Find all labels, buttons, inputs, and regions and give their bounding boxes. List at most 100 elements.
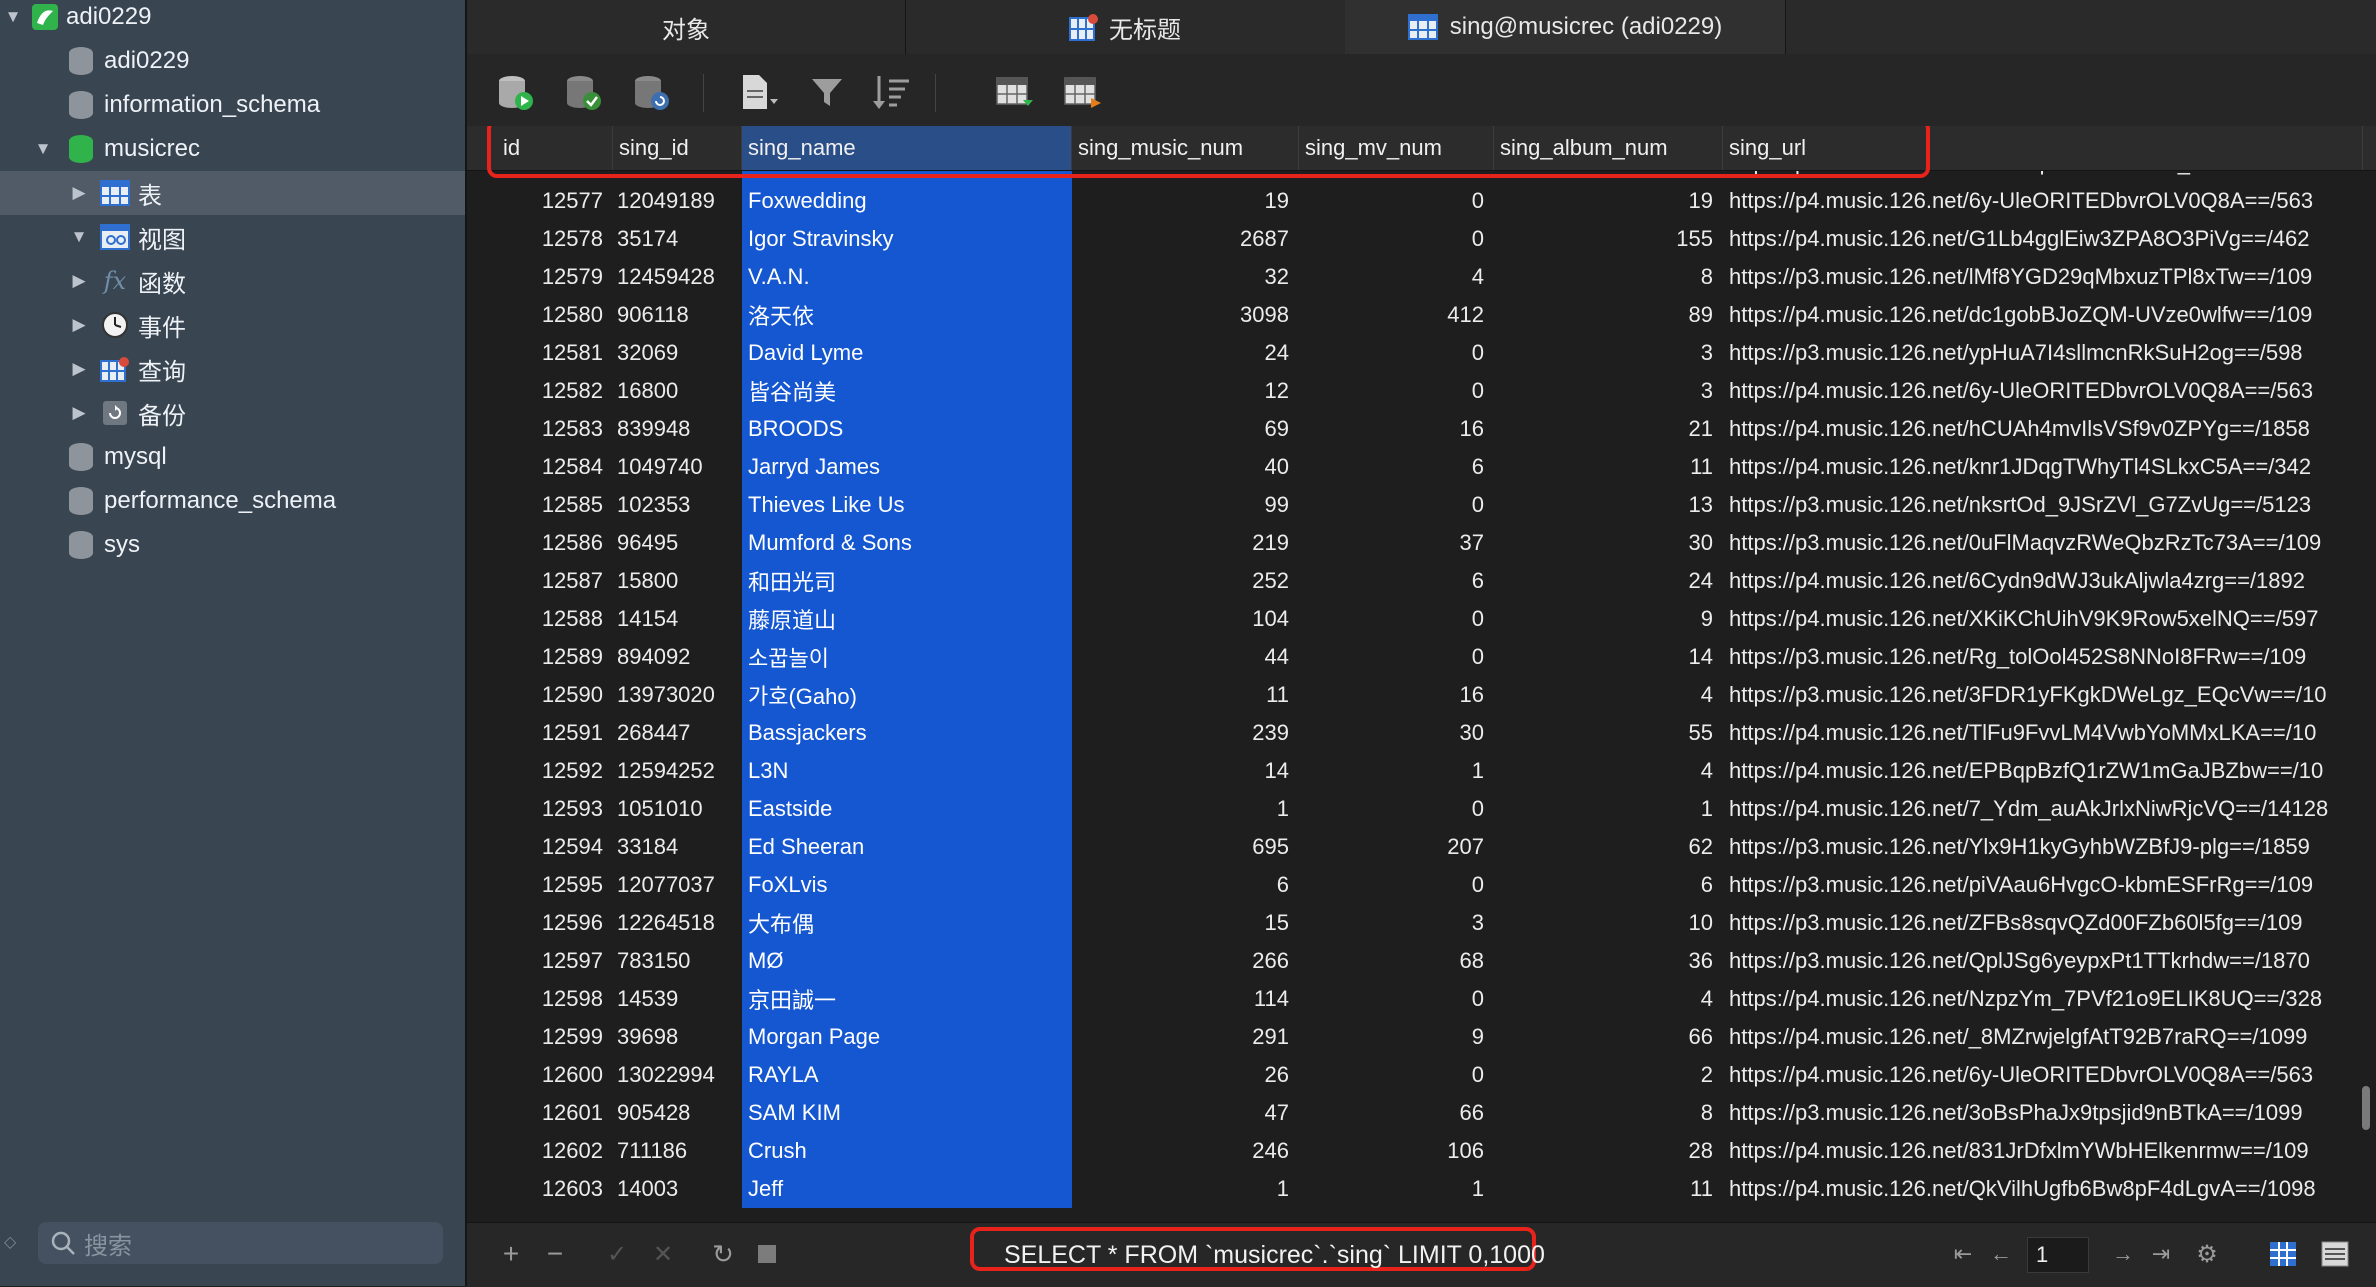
cell-sing-name[interactable]: 和田光司 — [742, 562, 1072, 600]
database-item-adi0229[interactable]: adi0229 — [0, 39, 465, 83]
cell-sing-album-num[interactable]: 11 — [1494, 1170, 1723, 1208]
cell-sing-url[interactable]: https://p4.music.126.net/dc1gobBJoZQM-UV… — [1723, 296, 2363, 334]
table-row[interactable]: 12595 12077037 FoXLvis 6 0 6 https://p3.music.… — [467, 866, 2376, 904]
chevron-right-icon[interactable]: ▶ — [70, 271, 88, 291]
cell-sing-mv-num[interactable]: 6 — [1299, 448, 1494, 486]
table-row[interactable]: 12585 102353 Thieves Like Us 99 0 13 https://p… — [467, 486, 2376, 524]
cell-sing-name[interactable]: 皆谷尚美 — [742, 372, 1072, 410]
cell-sing-url[interactable]: https://p4.music.126.net/XKiKChUihV9K9Ro… — [1723, 600, 2363, 638]
cell-sing-url[interactable]: https://p4.music.126.net/hCUAh4mvIlsVSf9… — [1723, 410, 2363, 448]
cell-sing-album-num[interactable]: 30 — [1494, 524, 1723, 562]
table-row[interactable]: 12601 905428 SAM KIM 47 66 8 https://p3.music.… — [467, 1094, 2376, 1132]
table-row[interactable]: 12592 12594252 L3N 14 1 4 https://p4.music.126… — [467, 752, 2376, 790]
import-button[interactable] — [995, 72, 1035, 112]
cell-id[interactable]: 12585 — [497, 486, 613, 524]
cell-sing-album-num[interactable]: 13 — [1494, 486, 1723, 524]
cell-sing-url[interactable]: https://p4.music.126.net/QkVilhUgfb6Bw8p… — [1723, 1170, 2363, 1208]
cell-sing-id[interactable]: 14003 — [613, 1170, 742, 1208]
cell-sing-music-num[interactable]: 1 — [1072, 790, 1299, 828]
cell-id[interactable]: 12602 — [497, 1132, 613, 1170]
cell-sing-album-num[interactable]: 155 — [1494, 220, 1723, 258]
cell-sing-music-num[interactable]: 15 — [1072, 904, 1299, 942]
cell-sing-mv-num[interactable]: 0 — [1299, 372, 1494, 410]
cell-sing-id[interactable]: 783150 — [613, 942, 742, 980]
cell-sing-mv-num[interactable]: 0 — [1299, 220, 1494, 258]
cell-sing-url[interactable]: https://p3.music.126.net/Rg_tolOol452S8N… — [1723, 638, 2363, 676]
cell-sing-mv-num[interactable]: 0 — [1299, 1056, 1494, 1094]
cell-sing-music-num[interactable]: 2687 — [1072, 220, 1299, 258]
sort-button[interactable] — [871, 72, 911, 112]
cell-sing-mv-num[interactable]: 0 — [1299, 866, 1494, 904]
cell-sing-music-num[interactable]: 219 — [1072, 524, 1299, 562]
text-view-button[interactable] — [739, 72, 779, 112]
tree-item-queries[interactable]: ▶ 查询 — [0, 347, 465, 391]
cell-sing-album-num[interactable]: 6 — [1494, 866, 1723, 904]
cell-sing-music-num[interactable]: 26 — [1072, 1056, 1299, 1094]
database-item-mysql[interactable]: mysql — [0, 435, 465, 479]
cell-sing-url[interactable]: https://p4.music.126.net/6y-UleORITEDbvr… — [1723, 372, 2363, 410]
cell-sing-music-num[interactable]: 252 — [1072, 562, 1299, 600]
rollback-button[interactable] — [631, 72, 671, 112]
cell-sing-album-num[interactable]: 8 — [1494, 258, 1723, 296]
cell-sing-name[interactable]: 소꿉놀이 — [742, 638, 1072, 676]
cell-id[interactable]: 12581 — [497, 334, 613, 372]
table-row[interactable]: 12578 35174 Igor Stravinsky 2687 0 155 https:/… — [467, 220, 2376, 258]
chevron-right-icon[interactable]: ▶ — [70, 183, 88, 203]
cell-sing-mv-num[interactable]: 9 — [1299, 1018, 1494, 1056]
settings-gear-icon[interactable]: ⚙ — [2191, 1237, 2223, 1271]
cell-sing-mv-num[interactable]: 66 — [1299, 1094, 1494, 1132]
cell-id[interactable]: 12577 — [497, 182, 613, 220]
database-item-sys[interactable]: sys — [0, 523, 465, 567]
chevron-right-icon[interactable]: ▶ — [70, 403, 88, 423]
cell-sing-album-num[interactable]: 4 — [1494, 676, 1723, 714]
cell-sing-mv-num[interactable]: 6 — [1299, 562, 1494, 600]
table-row[interactable]: 12579 12459428 V.A.N. 32 4 8 https://p3.music.… — [467, 258, 2376, 296]
column-header-sing-name[interactable]: sing_name — [742, 126, 1072, 170]
cell-sing-mv-num[interactable]: 37 — [1299, 524, 1494, 562]
cell-sing-album-num[interactable]: 11 — [1494, 448, 1723, 486]
vertical-scrollbar-thumb[interactable] — [2362, 1086, 2370, 1130]
cell-sing-mv-num[interactable]: 0 — [1299, 334, 1494, 372]
cell-sing-url[interactable]: https://p4.music.126.net/6Cydn9dWJ3ukAlj… — [1723, 562, 2363, 600]
cell-sing-url[interactable]: https://p4.music.126.net/831JrDfxlmYWbHE… — [1723, 1132, 2363, 1170]
table-row[interactable]: 12586 96495 Mumford & Sons 219 37 30 https://p… — [467, 524, 2376, 562]
cell-sing-url[interactable]: https://p4.music.126.net/6y-UleORITEDbvr… — [1723, 182, 2363, 220]
cell-id[interactable]: 12578 — [497, 220, 613, 258]
cell-sing-id[interactable]: 12459428 — [613, 258, 742, 296]
cell-id[interactable]: 12589 — [497, 638, 613, 676]
cell-sing-mv-num[interactable]: 16 — [1299, 676, 1494, 714]
cell-sing-album-num[interactable]: 28 — [1494, 1132, 1723, 1170]
cell-sing-mv-num[interactable]: 30 — [1299, 714, 1494, 752]
cell-sing-name[interactable]: Ed Sheeran — [742, 828, 1072, 866]
cell-sing-url[interactable]: https://p3.music.126.net/QplJSg6yeypxPt1… — [1723, 942, 2363, 980]
cell-sing-url[interactable]: https://p4.music.126.net/_8MZrwjelgfAtT9… — [1723, 1018, 2363, 1056]
tree-item-functions[interactable]: ▶ fx 函数 — [0, 259, 465, 303]
database-item-musicrec[interactable]: ▼ musicrec — [0, 127, 465, 171]
table-row[interactable]: 12582 16800 皆谷尚美 12 0 3 https://p4.music.126.n… — [467, 372, 2376, 410]
tab-sing-table[interactable]: sing@musicrec (adi0229) — [1345, 0, 1786, 54]
cell-sing-id[interactable]: 14154 — [613, 600, 742, 638]
cell-id[interactable]: 12586 — [497, 524, 613, 562]
table-row-partial[interactable]: 12603 14003 Jeff 1 1 11 https://p4.music.126.n… — [467, 1170, 2376, 1208]
cell-sing-album-num[interactable]: 2 — [1494, 1056, 1723, 1094]
cell-sing-id[interactable]: 12264518 — [613, 904, 742, 942]
tree-item-tables[interactable]: ▶ 表 — [0, 171, 465, 215]
cell-sing-mv-num[interactable]: 3 — [1299, 904, 1494, 942]
cell-sing-album-num[interactable]: 3 — [1494, 372, 1723, 410]
refresh-button[interactable]: ↻ — [707, 1237, 739, 1271]
add-row-button[interactable]: + — [495, 1237, 527, 1271]
cell-sing-album-num[interactable]: 3 — [1494, 334, 1723, 372]
cell-sing-id[interactable]: 96495 — [613, 524, 742, 562]
cell-id[interactable]: 12594 — [497, 828, 613, 866]
column-header-sing-album-num[interactable]: sing_album_num — [1494, 126, 1723, 170]
cell-sing-mv-num[interactable]: 412 — [1299, 296, 1494, 334]
cell-sing-music-num[interactable]: 3098 — [1072, 296, 1299, 334]
cell-sing-mv-num[interactable]: 106 — [1299, 1132, 1494, 1170]
cell-sing-mv-num[interactable]: 1 — [1299, 752, 1494, 790]
cell-id[interactable]: 12599 — [497, 1018, 613, 1056]
cell-sing-mv-num[interactable]: 0 — [1299, 980, 1494, 1018]
cell-sing-name[interactable]: Bassjackers — [742, 714, 1072, 752]
cell-sing-music-num[interactable]: 69 — [1072, 410, 1299, 448]
cell-sing-id[interactable]: 16800 — [613, 372, 742, 410]
cell-sing-name[interactable]: Morgan Page — [742, 1018, 1072, 1056]
